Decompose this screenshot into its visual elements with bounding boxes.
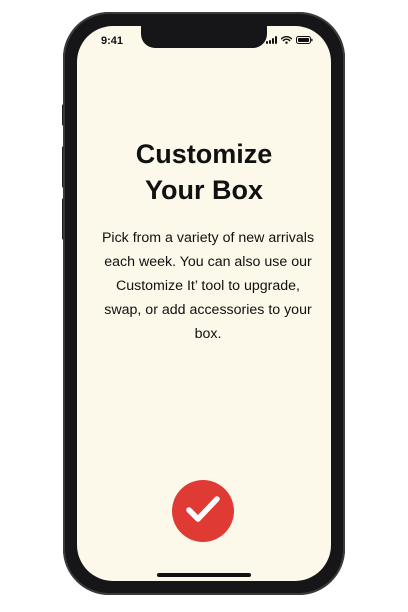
confirm-button[interactable] — [172, 480, 234, 542]
description-text: Pick from a variety of new arrivals each… — [101, 230, 315, 342]
page-title: Customize Your Box — [135, 139, 273, 205]
status-icons — [266, 36, 313, 44]
signal-icon — [266, 36, 277, 44]
home-indicator[interactable] — [157, 573, 251, 577]
battery-icon — [296, 36, 313, 44]
phone-screen: 9:41 Customize Your Box Pick from a vari… — [77, 26, 331, 581]
phone-frame: 9:41 Customize Your Box Pick from a vari… — [63, 12, 345, 595]
wifi-icon — [281, 36, 292, 44]
notch — [141, 26, 267, 48]
status-time: 9:41 — [101, 35, 124, 47]
checkmark-icon — [185, 494, 221, 529]
device-mockup: 9:41 Customize Your Box Pick from a vari… — [0, 0, 408, 612]
